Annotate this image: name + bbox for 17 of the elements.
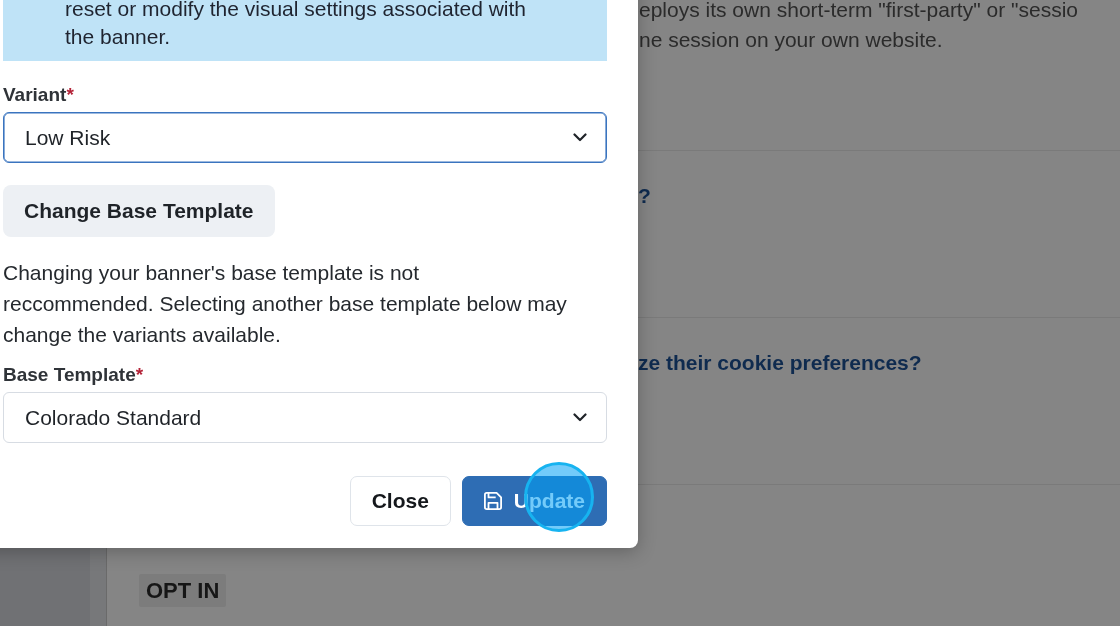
select-dropdown[interactable]: Low Risk: [3, 112, 607, 163]
field-label: Base Template: [3, 364, 136, 386]
save-icon: [483, 492, 502, 510]
label-tag: OPT IN: [139, 574, 227, 607]
section-heading: ze their cookie preferences?: [638, 350, 922, 376]
required-asterisk: *: [135, 364, 144, 386]
chevron-down-icon: [573, 413, 587, 422]
chevron-down-icon: [573, 133, 587, 142]
description-text: Changing your banner's base template is not reccommended. Selecting another base template below may change the variants available.: [3, 260, 568, 348]
paragraph-text: eploys its own short-term "first-party" or "sessio ne session on your own website.: [639, 0, 1079, 53]
section-heading: ?: [638, 183, 651, 209]
notice-text: reset or modify the visual settings associated with the banner.: [65, 0, 528, 50]
select-dropdown[interactable]: Colorado Standard: [3, 392, 607, 443]
required-asterisk: *: [66, 84, 74, 106]
close-button[interactable]: Close: [349, 476, 451, 526]
change-template-button[interactable]: Change Base Template: [3, 185, 275, 237]
field-label: Variant: [3, 84, 67, 106]
